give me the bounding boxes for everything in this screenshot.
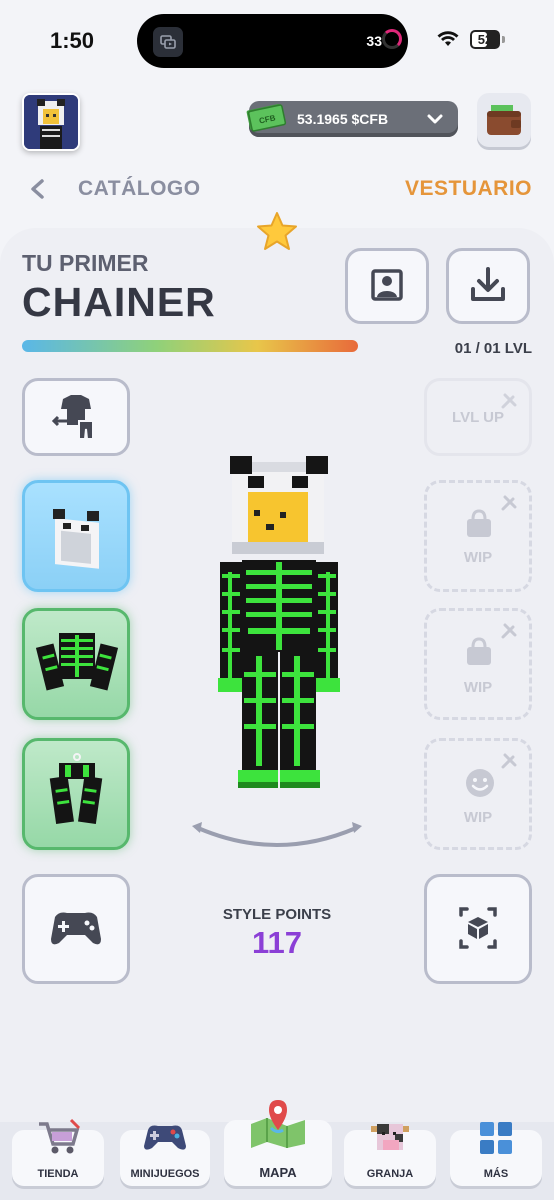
- currency-selector[interactable]: CFB 53.1965 $CFB: [246, 101, 458, 137]
- breadcrumb-catalog[interactable]: CATÁLOGO: [78, 177, 201, 201]
- island-counter: 33: [366, 33, 382, 49]
- rotate-arrows-icon[interactable]: [188, 818, 366, 859]
- nav-label: MÁS: [483, 1168, 509, 1180]
- dynamic-island: 33: [137, 14, 408, 68]
- character-model[interactable]: [208, 452, 348, 792]
- ar-view-button[interactable]: [424, 874, 532, 984]
- ar-cube-icon: [459, 907, 497, 949]
- wip-slot-bag-2: WIP: [424, 608, 532, 720]
- skeleton-shirt-icon: [35, 633, 119, 691]
- cow-icon: [371, 1124, 409, 1150]
- wallet-icon: [487, 105, 521, 135]
- lvl-up-button[interactable]: LVL UP: [424, 378, 532, 456]
- screen-mirror-icon: [153, 27, 183, 57]
- battery-indicator: 52: [470, 30, 500, 49]
- bag-icon: [467, 637, 491, 665]
- map-icon: [251, 1100, 305, 1148]
- outfit-swap-icon: [51, 395, 94, 440]
- nav-tienda[interactable]: TIENDA: [12, 1118, 104, 1186]
- wifi-icon: [436, 30, 460, 53]
- outfit-swap-button[interactable]: [22, 378, 130, 456]
- slot-shirt[interactable]: [22, 608, 130, 720]
- chevron-down-icon: [426, 110, 444, 133]
- blocks-icon: [480, 1122, 512, 1154]
- level-progress-bar: [22, 340, 358, 352]
- ring-progress-icon: [382, 29, 402, 49]
- wip-label: WIP: [463, 809, 493, 826]
- tools-icon: [501, 623, 517, 639]
- tools-icon: [501, 753, 517, 769]
- status-time: 1:50: [50, 28, 95, 53]
- portrait-icon: [371, 269, 403, 301]
- character-subtitle: TU PRIMER: [22, 250, 149, 276]
- download-icon: [471, 267, 505, 301]
- section-title: VESTUARIO: [404, 177, 532, 200]
- currency-balance: 53.1965 $CFB: [297, 111, 389, 127]
- gamepad-icon: [144, 1125, 186, 1150]
- download-button[interactable]: [446, 248, 530, 324]
- nav-minijuegos[interactable]: MINIJUEGOS: [120, 1125, 210, 1186]
- portrait-button[interactable]: [345, 248, 429, 324]
- tools-icon: [501, 393, 517, 409]
- nav-label: TIENDA: [37, 1168, 79, 1180]
- wip-slot-bag-1: WIP: [424, 480, 532, 592]
- cart-icon: [39, 1118, 81, 1154]
- character-name: CHAINER: [22, 279, 216, 325]
- cash-icon: CFB: [245, 99, 287, 133]
- avatar[interactable]: [22, 93, 80, 151]
- panda-hat-icon: [53, 509, 99, 569]
- skeleton-pants-icon: [49, 753, 103, 825]
- slot-head[interactable]: [22, 480, 130, 592]
- back-chevron-icon[interactable]: [28, 178, 48, 205]
- wip-slot-emote: WIP: [424, 738, 532, 850]
- nav-label: MINIJUEGOS: [130, 1168, 200, 1180]
- wip-label: WIP: [463, 679, 493, 696]
- nav-label: MAPA: [259, 1165, 297, 1180]
- bag-icon: [467, 509, 491, 537]
- nav-granja[interactable]: GRANJA: [344, 1124, 436, 1186]
- slot-pants[interactable]: [22, 738, 130, 850]
- wallet-button[interactable]: [477, 93, 531, 147]
- battery-level: 52: [477, 32, 493, 47]
- nav-label: GRANJA: [366, 1168, 414, 1180]
- nav-mas[interactable]: MÁS: [450, 1122, 542, 1186]
- nav-mapa[interactable]: MAPA: [224, 1100, 332, 1186]
- wip-label: WIP: [463, 549, 493, 566]
- smiley-icon: [466, 769, 494, 797]
- star-icon: [255, 210, 299, 259]
- lvl-up-label: LVL UP: [452, 409, 504, 426]
- level-indicator: 01 / 01 LVL: [454, 340, 532, 357]
- tools-icon: [501, 495, 517, 511]
- battery-tip: [502, 36, 505, 43]
